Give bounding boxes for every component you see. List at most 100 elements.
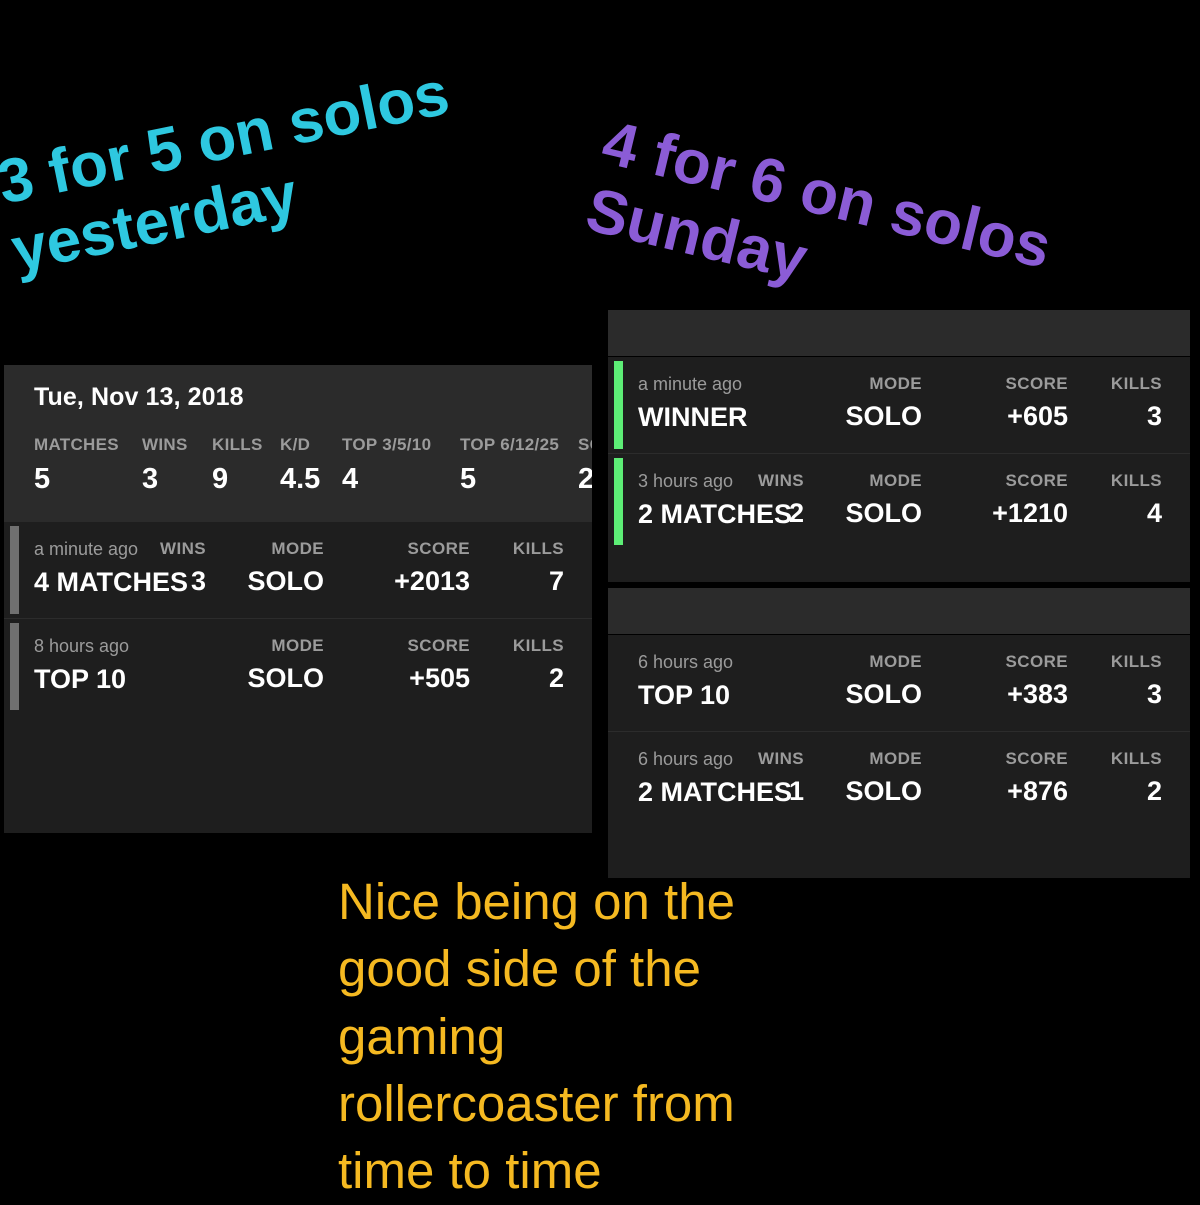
match-cell-label-mode: MODE — [869, 374, 922, 393]
match-cell-wins — [138, 637, 206, 692]
match-cell-label-kills: KILLS — [1110, 374, 1162, 393]
match-accent-bar — [10, 623, 19, 710]
summary-stat-label: WINS — [142, 435, 188, 454]
summary-stat-value: 5 — [34, 463, 51, 495]
match-row[interactable]: a minute ago 4 MATCHES WINS 3 MODE SOLO SCORE +… — [4, 522, 592, 618]
match-cell-kills: KILLS 3 — [1102, 653, 1162, 708]
match-cell-score: SCORE +2013 — [358, 540, 470, 595]
match-cell-wins: WINS 2 — [736, 472, 804, 527]
match-cell-value-wins: 1 — [788, 776, 804, 806]
match-cell-wins — [736, 375, 804, 430]
summary-stat: KILLS 9 — [212, 436, 280, 494]
summary-stat-value: 2 — [578, 463, 592, 495]
panel-header-strip — [608, 310, 1190, 357]
match-result: 2 MATCHES — [638, 499, 793, 529]
match-result: WINNER — [638, 402, 748, 432]
match-accent-bar — [10, 526, 19, 614]
match-row-content: a minute ago WINNER MODE SOLO SCORE +605 KILL… — [608, 357, 1190, 453]
match-cell-value-kills: 3 — [1146, 401, 1162, 431]
stats-panel-sunday-top: a minute ago WINNER MODE SOLO SCORE +605 KILL… — [608, 310, 1190, 582]
match-result: TOP 10 — [34, 664, 127, 694]
match-row[interactable]: 6 hours ago 2 MATCHES WINS 1 MODE SOLO SCORE +8… — [608, 731, 1190, 827]
match-cell-value-mode: SOLO — [845, 498, 922, 528]
match-cell-label-kills: KILLS — [512, 539, 564, 558]
summary-stat: WINS 3 — [142, 436, 212, 494]
match-list-left: a minute ago 4 MATCHES WINS 3 MODE SOLO SCORE +… — [4, 522, 592, 714]
match-cell-mode: MODE SOLO — [838, 472, 922, 527]
match-cell-label-mode: MODE — [869, 749, 922, 768]
match-cell-label-mode: MODE — [271, 539, 324, 558]
match-result: 2 MATCHES — [638, 777, 793, 807]
match-row-content: 8 hours ago TOP 10 MODE SOLO SCORE +505 KILLS… — [4, 619, 592, 714]
summary-stat: TOP 3/5/10 4 — [342, 436, 460, 494]
match-cell-value-score: +876 — [1007, 776, 1068, 806]
match-cell-label-kills: KILLS — [1110, 749, 1162, 768]
match-timestamp: 6 hours ago — [638, 652, 734, 672]
summary-stat-label: K/D — [280, 435, 311, 454]
match-cell-value-mode: SOLO — [845, 776, 922, 806]
match-cell-label-kills: KILLS — [1110, 471, 1162, 490]
match-cell-label-wins: WINS — [758, 471, 804, 490]
summary-stat-value: 5 — [460, 463, 477, 495]
match-row-content: a minute ago 4 MATCHES WINS 3 MODE SOLO SCORE +… — [4, 522, 592, 618]
daily-summary: Tue, Nov 13, 2018 MATCHES 5 WINS 3 KILLS 9 K/D… — [4, 365, 592, 522]
match-cell-label-mode: MODE — [869, 652, 922, 671]
match-cell-value-kills: 4 — [1146, 498, 1162, 528]
caption-line: Nice being on the — [338, 873, 735, 930]
match-cell-value-mode: SOLO — [845, 679, 922, 709]
summary-stat-value: 4.5 — [280, 463, 321, 495]
match-cell-mode: MODE SOLO — [838, 653, 922, 708]
match-cell-time: 8 hours ago TOP 10 — [34, 636, 130, 694]
stats-panel-sunday-bottom: 6 hours ago TOP 10 MODE SOLO SCORE +383 KILLS… — [608, 588, 1190, 878]
match-cell-kills: KILLS 4 — [1102, 472, 1162, 527]
match-row[interactable]: 8 hours ago TOP 10 MODE SOLO SCORE +505 KILLS… — [4, 618, 592, 714]
match-cell-value-score: +605 — [1007, 401, 1068, 431]
match-cell-time: 3 hours ago 2 MATCHES — [638, 472, 793, 529]
summary-stat-label: MATCHES — [34, 435, 119, 454]
match-cell-mode: MODE SOLO — [240, 540, 324, 595]
summary-stat-label: TOP 6/12/25 — [460, 435, 560, 454]
summary-stat: MATCHES 5 — [34, 436, 142, 494]
match-cell-score: SCORE +605 — [956, 375, 1068, 430]
summary-stat: K/D 4.5 — [280, 436, 342, 494]
match-row[interactable]: a minute ago WINNER MODE SOLO SCORE +605 KILL… — [608, 357, 1190, 453]
summary-stat-label: KILLS — [212, 435, 263, 454]
match-row[interactable]: 6 hours ago TOP 10 MODE SOLO SCORE +383 KILLS… — [608, 635, 1190, 731]
match-cell-score: SCORE +383 — [956, 653, 1068, 708]
stats-panel-yesterday: Tue, Nov 13, 2018 MATCHES 5 WINS 3 KILLS 9 K/D… — [4, 365, 592, 833]
summary-stat-value: 4 — [342, 463, 359, 495]
match-cell-value-score: +505 — [409, 663, 470, 693]
match-cell-value-mode: SOLO — [247, 663, 324, 693]
match-cell-value-wins: 2 — [788, 498, 804, 528]
match-cell-label-wins: WINS — [758, 749, 804, 768]
match-cell-value-score: +1210 — [992, 498, 1068, 528]
match-cell-label-score: SCORE — [407, 636, 470, 655]
match-cell-wins — [736, 653, 804, 708]
match-cell-wins: WINS 1 — [736, 750, 804, 805]
caption-line: time to time — [338, 1142, 602, 1200]
match-accent-bar — [614, 361, 623, 449]
match-cell-kills: KILLS 3 — [1102, 375, 1162, 430]
match-timestamp: 8 hours ago — [34, 636, 130, 656]
caption-line: rollercoaster from — [338, 1074, 735, 1132]
annotation-headline-left: 3 for 5 on solos yesterday — [0, 58, 455, 286]
match-cell-value-mode: SOLO — [247, 566, 324, 596]
match-row-content: 3 hours ago 2 MATCHES WINS 2 MODE SOLO SCORE +1… — [608, 454, 1190, 549]
match-cell-wins: WINS 3 — [138, 540, 206, 595]
match-cell-score: SCORE +505 — [358, 637, 470, 692]
match-list-right-bottom: 6 hours ago TOP 10 MODE SOLO SCORE +383 KILLS… — [608, 635, 1190, 827]
match-row-content: 6 hours ago TOP 10 MODE SOLO SCORE +383 KILLS… — [608, 635, 1190, 731]
summary-stat-label: TOP 3/5/10 — [342, 435, 432, 454]
match-cell-time: a minute ago 4 MATCHES — [34, 540, 188, 596]
annotation-caption: Nice being on the good side of the gaming r… — [338, 868, 838, 1205]
match-row[interactable]: 3 hours ago 2 MATCHES WINS 2 MODE SOLO SCORE +1… — [608, 453, 1190, 549]
match-cell-mode: MODE SOLO — [838, 750, 922, 805]
summary-stat-list: MATCHES 5 WINS 3 KILLS 9 K/D 4.5 TOP 3/5/10 4 TOP … — [4, 412, 592, 494]
match-timestamp: 6 hours ago — [638, 749, 734, 769]
match-cell-value-score: +2013 — [394, 566, 470, 596]
match-cell-value-kills: 3 — [1146, 679, 1162, 709]
match-result: TOP 10 — [638, 680, 731, 710]
summary-stat: SCORE 2 — [578, 436, 592, 494]
match-cell-label-score: SCORE — [1005, 471, 1068, 490]
match-accent-bar — [614, 458, 623, 545]
